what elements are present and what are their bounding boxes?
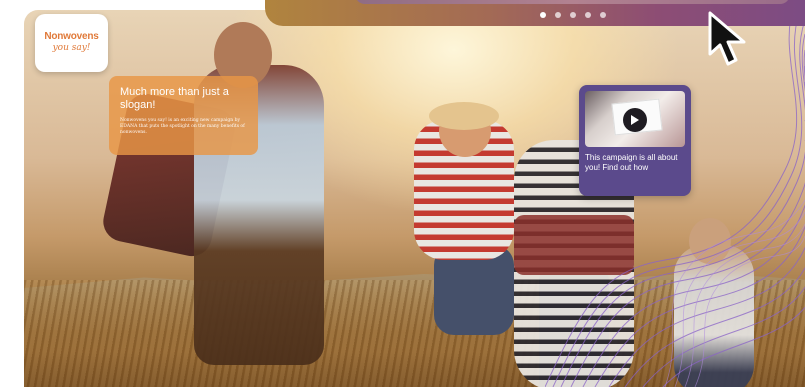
carousel-dot-1[interactable] bbox=[540, 12, 546, 18]
girl-hat bbox=[429, 102, 499, 130]
nonwovens-logo[interactable]: Nonwovens you say! bbox=[35, 14, 108, 72]
video-card-text: This campaign is all about you! Find out… bbox=[585, 153, 678, 172]
logo-main-text: Nonwovens bbox=[44, 31, 99, 42]
play-icon[interactable] bbox=[623, 108, 647, 132]
page: Nonwovens you say! Much more than just a… bbox=[0, 0, 805, 387]
slogan-callout: Much more than just a slogan! Nonwovens … bbox=[109, 76, 258, 155]
carousel-dots bbox=[540, 12, 606, 18]
arrow-cursor-icon bbox=[708, 11, 746, 66]
carousel-dot-4[interactable] bbox=[585, 12, 591, 18]
slider-image bbox=[355, 0, 790, 4]
callout-body: Nonwovens you say! is an exciting new ca… bbox=[120, 118, 245, 135]
carousel-dot-3[interactable] bbox=[570, 12, 576, 18]
logo-sub-text: you say! bbox=[52, 43, 91, 53]
callout-title: Much more than just a slogan! bbox=[120, 86, 229, 111]
carousel-dot-2[interactable] bbox=[555, 12, 561, 18]
carousel-dot-5[interactable] bbox=[600, 12, 606, 18]
campaign-video-card[interactable]: This campaign is all about you! Find out… bbox=[579, 85, 691, 196]
video-thumbnail[interactable] bbox=[585, 91, 685, 147]
